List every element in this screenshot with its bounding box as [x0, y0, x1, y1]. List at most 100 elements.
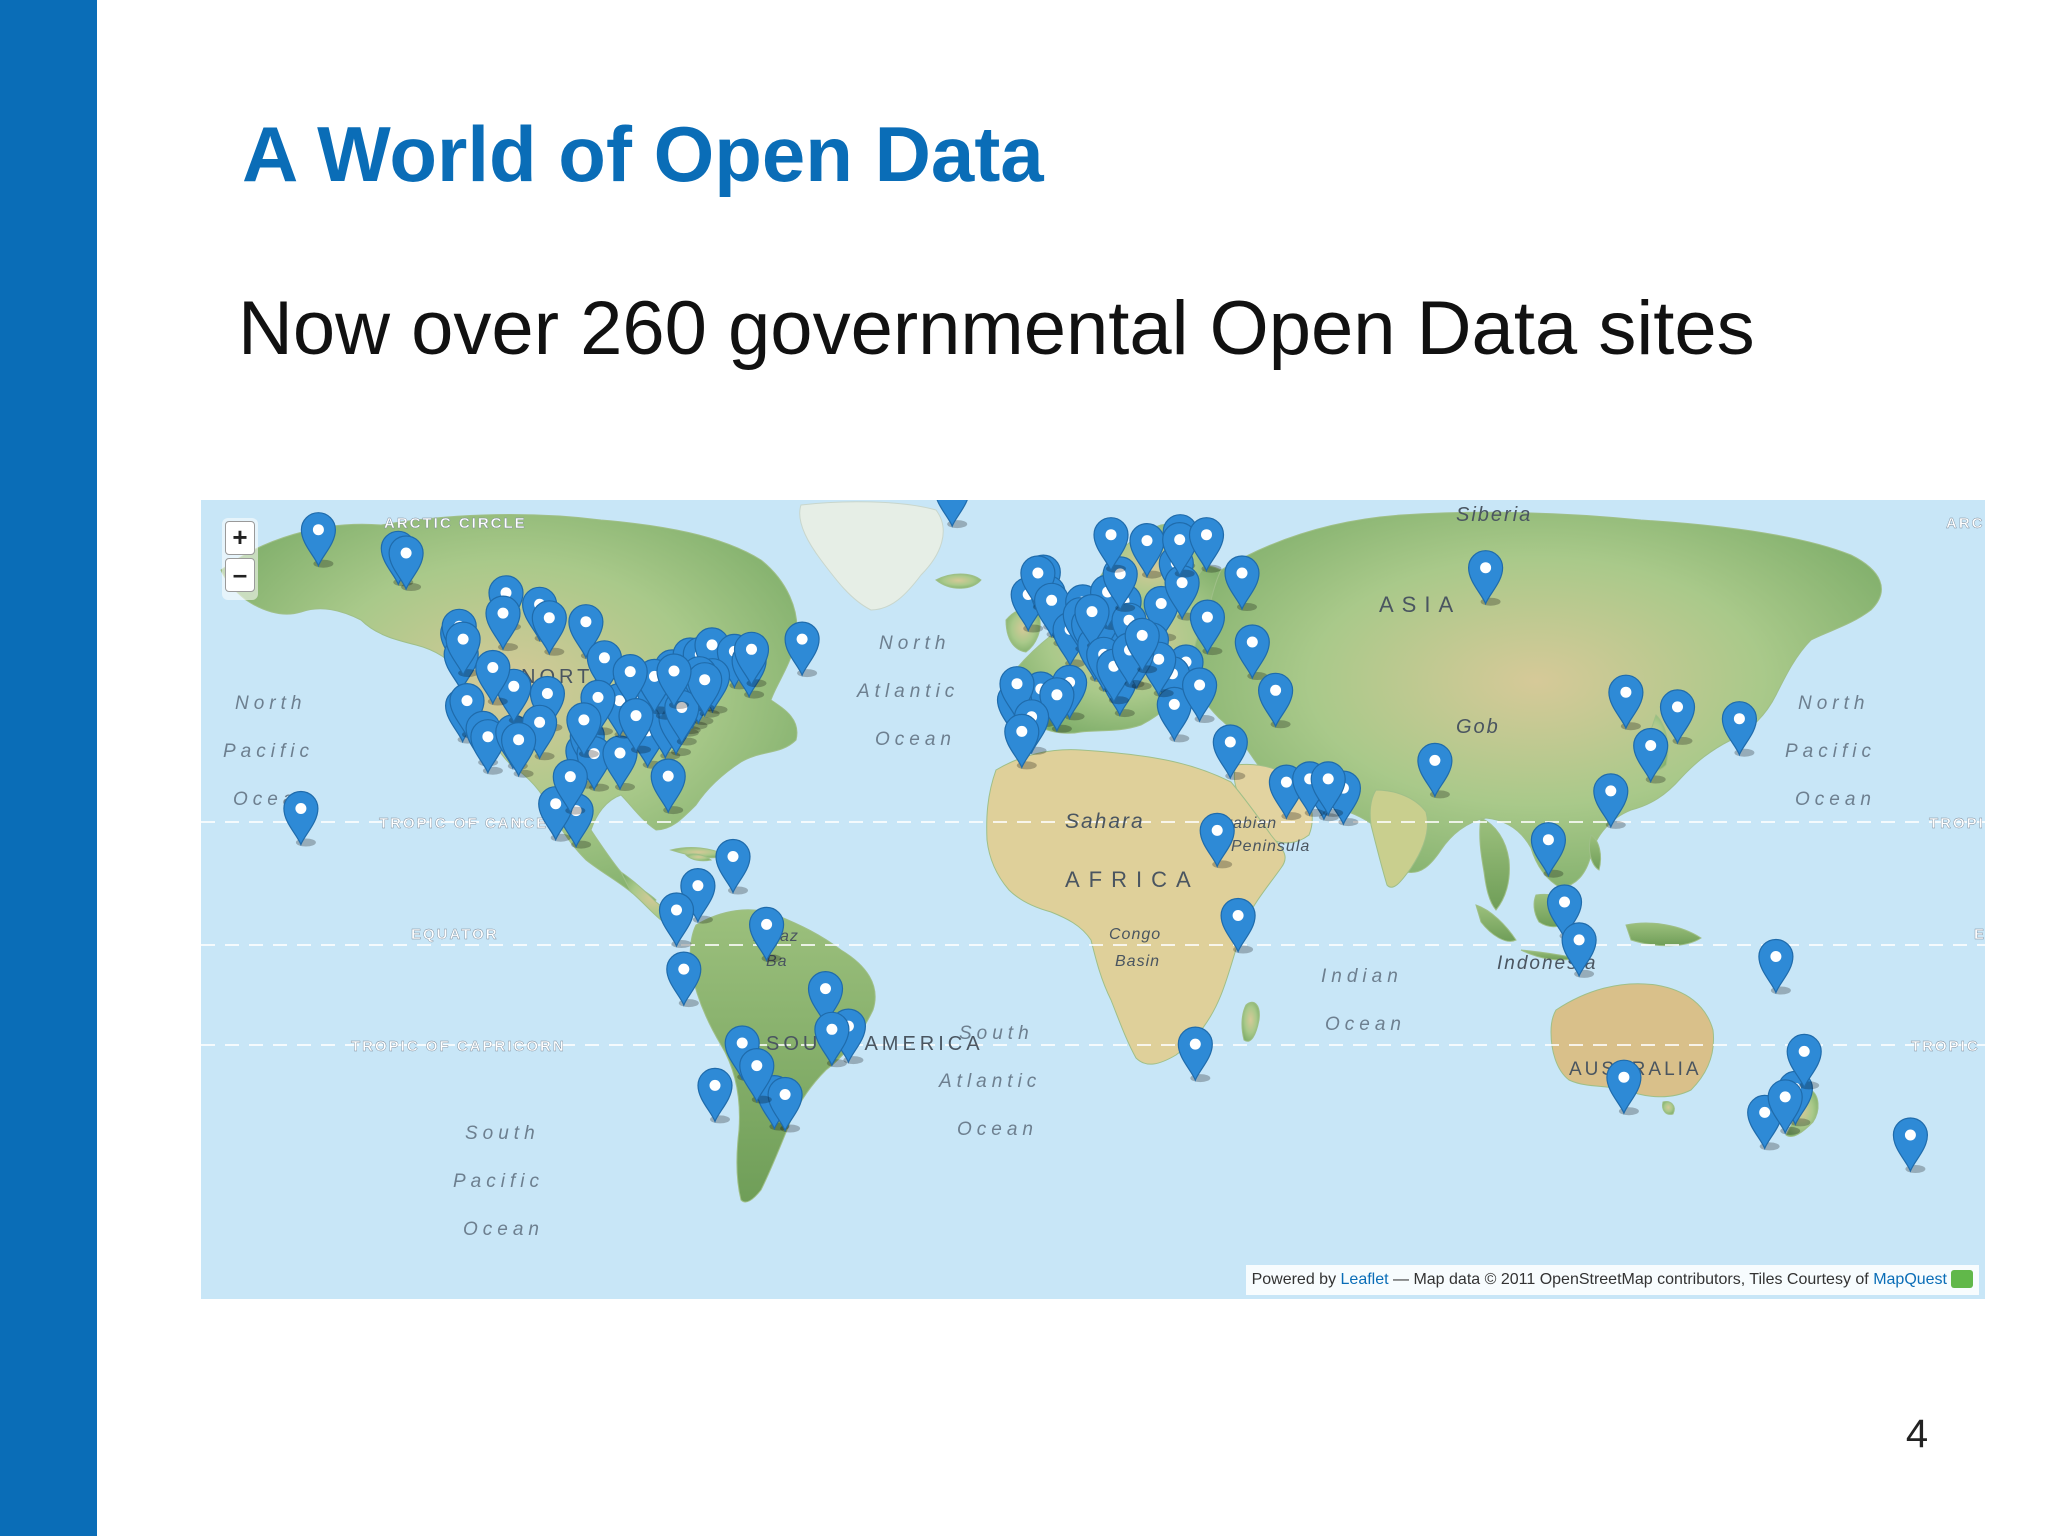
marker-dot: [699, 674, 711, 686]
s-pacific-3: Ocean: [463, 1219, 544, 1240]
marker-dot: [482, 731, 494, 743]
sahara-label: Sahara: [1065, 810, 1145, 833]
marker-dot: [668, 665, 680, 677]
marker-dot: [614, 747, 626, 759]
marker-dot: [461, 695, 473, 707]
marker-dot: [534, 716, 546, 728]
n-pacific-right-1: North: [1798, 693, 1869, 714]
leaflet-link[interactable]: Leaflet: [1341, 1271, 1389, 1288]
mapquest-logo-icon: [1951, 1269, 1973, 1288]
n-pacific-right-3: Ocean: [1795, 789, 1876, 810]
marker-dot: [624, 666, 636, 678]
marker-dot: [1153, 653, 1165, 665]
n-pacific-left-1: North: [235, 693, 306, 714]
arctic-circle-label: ARCTIC CIRCLE: [384, 515, 527, 532]
south-america-label: SOUTH AMERICA: [766, 1033, 984, 1055]
tropic-right-label: TROPI: [1929, 815, 1985, 832]
marker-dot: [1246, 636, 1258, 648]
marker-dot: [736, 1037, 748, 1049]
tropic-capricorn-right-label: TROPIC: [1911, 1038, 1980, 1055]
congo-label: Congo: [1109, 926, 1161, 943]
n-atlantic-2: Atlantic: [856, 681, 959, 702]
marker-dot: [706, 639, 718, 651]
marker-dot: [1236, 567, 1248, 579]
marker-dot: [1232, 910, 1244, 921]
marker-dot: [295, 803, 307, 814]
zoom-in-button[interactable]: +: [225, 521, 255, 555]
marker-dot: [592, 691, 604, 703]
marker-dot: [796, 633, 808, 645]
marker-dot: [1645, 740, 1657, 751]
tropic-capricorn-label: TROPIC OF CAPRICORN: [351, 1038, 566, 1055]
marker-dot: [578, 714, 590, 726]
marker-dot: [1141, 535, 1153, 547]
marker-dot: [1155, 598, 1167, 609]
s-atlantic-3: Ocean: [957, 1119, 1038, 1140]
accent-side-bar: [0, 0, 97, 1536]
marker-dot: [1201, 529, 1212, 541]
s-atlantic-2: Atlantic: [938, 1071, 1041, 1092]
slide-body-text: Now over 260 governmental Open Data site…: [238, 286, 1755, 371]
marker-dot: [779, 1089, 791, 1100]
marker-dot: [1798, 1045, 1810, 1057]
marker-dot: [1429, 754, 1441, 766]
marker-dot: [400, 547, 412, 559]
marker-dot: [1618, 1071, 1630, 1083]
n-atlantic-1: North: [879, 633, 950, 654]
marker-dot: [1759, 1106, 1771, 1118]
slide-title: A World of Open Data: [242, 110, 1044, 198]
marker-dot: [761, 918, 773, 930]
marker-dot: [1480, 562, 1492, 574]
marker-dot: [1573, 934, 1585, 946]
marker-dot: [312, 524, 324, 536]
marker-dot: [1620, 686, 1632, 698]
marker-dot: [1176, 577, 1188, 589]
marker-dot: [1194, 679, 1206, 691]
zoom-out-button[interactable]: –: [225, 558, 255, 592]
arctic-right-label: ARC: [1946, 515, 1985, 532]
marker-dot: [746, 643, 757, 655]
marker-dot: [1189, 1038, 1201, 1050]
marker-dot: [1280, 776, 1292, 788]
marker-dot: [1322, 773, 1334, 785]
marker-dot: [1224, 736, 1236, 748]
marker-dot: [487, 662, 499, 673]
marker-dot: [692, 880, 704, 892]
attribution-middle: — Map data © 2011 OpenStreetMap contribu…: [1388, 1271, 1874, 1288]
n-pacific-left-2: Pacific: [223, 741, 314, 762]
marker-dot: [541, 688, 553, 699]
marker-dot: [1201, 611, 1213, 623]
marker-dot: [513, 734, 525, 746]
marker-dot: [820, 983, 831, 995]
s-pacific-2: Pacific: [453, 1171, 544, 1192]
marker-dot: [1011, 678, 1023, 690]
marker-dot: [678, 963, 690, 975]
marker-dot: [709, 1079, 721, 1091]
marker-dot: [1046, 594, 1058, 606]
asia-label: ASIA: [1379, 592, 1461, 617]
marker-dot: [826, 1023, 838, 1035]
page-number: 4: [1905, 1412, 1929, 1456]
marker-dot: [1032, 567, 1044, 579]
marker-dot: [1270, 684, 1282, 696]
map-attribution: Powered by Leaflet — Map data © 2011 Ope…: [1245, 1265, 1979, 1295]
map-canvas[interactable]: ARCTIC CIRCLE ARC TROPIC OF CANCER TROPI…: [201, 500, 1985, 1299]
siberia-label: Siberia: [1456, 504, 1532, 526]
basin-label: Basin: [1115, 953, 1160, 970]
mapquest-link[interactable]: MapQuest: [1873, 1271, 1947, 1288]
marker-dot: [1904, 1129, 1916, 1141]
marker-dot: [1672, 701, 1683, 713]
indian-ocean-1: Indian: [1321, 966, 1403, 987]
equator-right-label: E: [1974, 926, 1985, 943]
gobi-label: Gob: [1456, 716, 1500, 738]
marker-dot: [1086, 606, 1098, 618]
world-map[interactable]: ARCTIC CIRCLE ARC TROPIC OF CANCER TROPI…: [201, 500, 1985, 1299]
n-atlantic-3: Ocean: [875, 729, 956, 750]
marker-dot: [1168, 698, 1180, 710]
n-pacific-right-2: Pacific: [1785, 741, 1876, 762]
marker-dot: [1016, 725, 1028, 737]
marker-dot: [1051, 689, 1063, 701]
marker-dot: [1733, 713, 1745, 725]
s-pacific-1: South: [465, 1123, 540, 1144]
marker-dot: [1559, 896, 1570, 908]
